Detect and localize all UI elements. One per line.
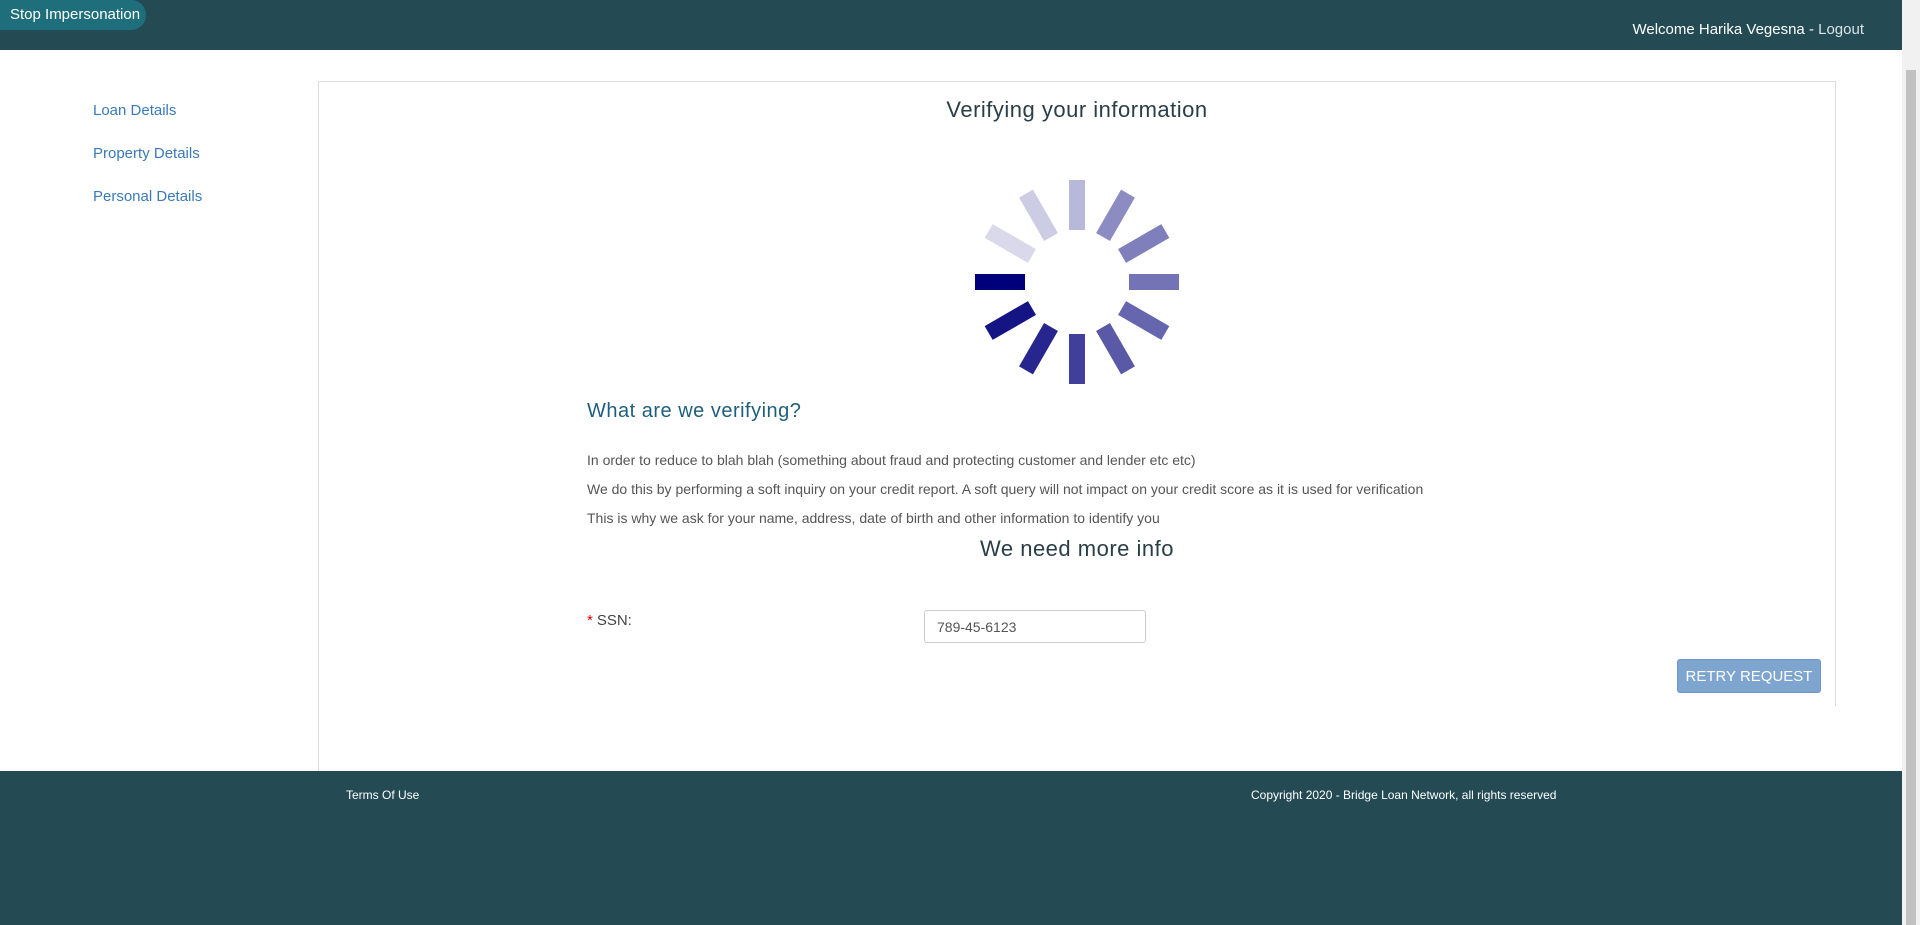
spinner-bar [975,274,1025,290]
section-title: What are we verifying? [587,400,802,422]
footer: Terms Of Use Copyright 2020 - Bridge Loa… [0,771,1902,925]
spinner-bar [984,301,1036,340]
retry-request-button[interactable]: RETRY REQUEST [1677,659,1821,693]
spinner-bar [1096,323,1135,375]
spinner-bar [1069,334,1085,384]
logout-link[interactable]: Logout [1818,21,1864,38]
sidebar-item-personal-details[interactable]: Personal Details [93,188,202,231]
more-info-title: We need more info [980,536,1174,561]
spinner-bar [1069,180,1085,230]
stop-impersonation-button[interactable]: Stop Impersonation [0,0,146,30]
copyright-text: Copyright 2020 - Bridge Loan Network, al… [1251,788,1557,802]
page-title: Verifying your information [946,97,1208,122]
info-paragraph-2: We do this by performing a soft inquiry … [587,481,1424,497]
info-paragraph-3: This is why we ask for your name, addres… [587,510,1160,526]
top-header: Stop Impersonation Welcome Harika Vegesn… [0,0,1902,50]
sidebar-nav: Loan Details Property Details Personal D… [93,102,202,231]
loading-spinner-icon [975,180,1179,384]
required-mark: * [587,612,593,629]
welcome-text: Welcome Harika Vegesna - [1632,21,1819,38]
spinner-bar [1096,189,1135,241]
ssn-label: * SSN: [587,612,632,629]
ssn-label-text: SSN: [596,612,632,629]
info-paragraph-1: In order to reduce to blah blah (somethi… [587,452,1196,468]
spinner-bar [984,224,1036,263]
ssn-input[interactable] [924,610,1146,643]
welcome-message: Welcome Harika Vegesna - Logout [1632,21,1864,38]
spinner-bar [1019,323,1058,375]
sidebar-item-loan-details[interactable]: Loan Details [93,102,202,145]
sidebar-item-property-details[interactable]: Property Details [93,145,202,188]
terms-of-use-link[interactable]: Terms Of Use [346,788,419,802]
spinner-bar [1118,224,1170,263]
page-scrollbar[interactable] [1902,0,1920,925]
spinner-bar [1118,301,1170,340]
spinner-bar [1129,274,1179,290]
scrollbar-thumb[interactable] [1906,70,1916,925]
spinner-bar [1019,189,1058,241]
